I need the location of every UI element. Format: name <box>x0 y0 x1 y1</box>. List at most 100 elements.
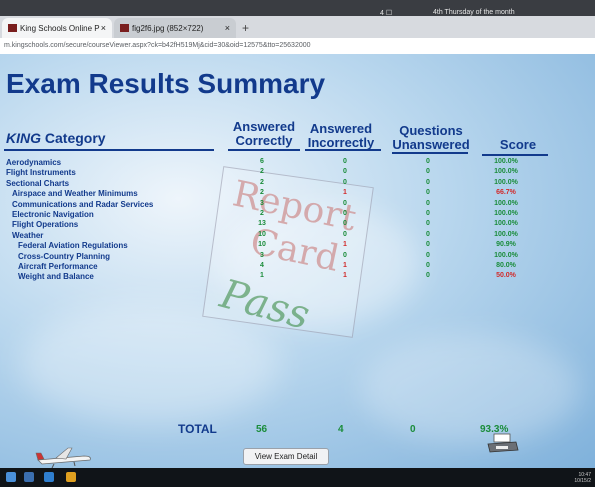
windows-start-icon[interactable] <box>6 472 16 482</box>
correct-count: 2 <box>260 178 264 186</box>
score-value: 90.9% <box>496 241 516 249</box>
total-incorrect: 4 <box>338 424 344 435</box>
new-tab-button[interactable]: + <box>242 21 249 35</box>
task-view-icon[interactable] <box>24 472 34 482</box>
incorrect-count: 1 <box>343 262 347 269</box>
printer-icon[interactable] <box>486 432 520 456</box>
score-header: Score <box>499 137 537 152</box>
incorrect-count: 0 <box>343 168 347 176</box>
score-value: 100.0% <box>494 210 518 217</box>
score-value: 100.0% <box>494 199 518 207</box>
airplane-icon <box>35 447 91 468</box>
chrome-icon[interactable] <box>66 472 76 482</box>
correct-underline <box>228 149 300 151</box>
score-value: 66.7% <box>496 189 516 197</box>
score-value: 80.0% <box>496 262 516 269</box>
header-line: Correctly <box>235 133 293 148</box>
unanswered-count: 0 <box>426 262 430 269</box>
category-header: KING Category <box>6 130 106 146</box>
unanswered-count: 0 <box>426 220 430 228</box>
unanswered-underline <box>392 152 468 154</box>
questions-unanswered-header: Questions Unanswered <box>388 124 474 152</box>
correct-count: 6 <box>260 158 264 165</box>
incorrect-count: 0 <box>343 158 347 165</box>
tab-king-schools[interactable]: King Schools Online Pilot Course × <box>2 18 112 38</box>
category-underline <box>4 149 214 151</box>
close-tab-icon[interactable]: × <box>101 23 106 33</box>
close-tab-icon[interactable]: × <box>225 23 230 33</box>
score-value: 100.0% <box>494 168 518 176</box>
favicon-icon <box>120 24 129 32</box>
category-name: Cross-Country Planning <box>18 251 111 261</box>
page-title: Exam Results Summary <box>6 68 326 99</box>
view-exam-detail-button[interactable]: View Exam Detail <box>243 448 329 465</box>
tab-bar: King Schools Online Pilot Course × fig2f… <box>0 16 595 38</box>
incorrect-count: 1 <box>343 272 347 280</box>
category-name: Sectional Charts <box>6 178 70 188</box>
unanswered-count: 0 <box>426 241 430 249</box>
incorrect-count: 0 <box>343 210 347 217</box>
category-header-rest: Category <box>41 130 106 146</box>
unanswered-count: 0 <box>426 199 430 207</box>
browser-window: King Schools Online Pilot Course × fig2f… <box>0 16 595 468</box>
correct-count: 2 <box>260 168 264 176</box>
category-header-prefix: KING <box>6 130 41 146</box>
score-value: 50.0% <box>496 272 516 280</box>
correct-count: 13 <box>258 220 266 228</box>
url-text: m.kingschools.com/secure/courseViewer.as… <box>4 42 311 49</box>
correct-count: 10 <box>258 241 266 249</box>
top-strip-note: 4th Thursday of the month <box>433 9 515 16</box>
unanswered-count: 0 <box>426 178 430 186</box>
page-content: Exam Results Summary KING Category Answe… <box>0 54 595 468</box>
category-name: Weight and Balance <box>18 272 94 282</box>
incorrect-count: 1 <box>343 189 347 197</box>
correct-count: 3 <box>260 199 264 207</box>
correct-count: 1 <box>260 272 264 280</box>
score-value: 100.0% <box>494 251 518 259</box>
category-name: Aircraft Performance <box>18 262 98 271</box>
unanswered-count: 0 <box>426 158 430 165</box>
category-name: Flight Operations <box>12 220 79 230</box>
unanswered-count: 0 <box>426 168 430 176</box>
unanswered-count: 0 <box>426 251 430 259</box>
category-name: Federal Aviation Regulations <box>18 241 128 251</box>
cloud-background <box>360 334 580 444</box>
favicon-icon <box>8 24 17 32</box>
correct-count: 3 <box>260 251 264 259</box>
score-value: 100.0% <box>494 178 518 186</box>
category-name: Flight Instruments <box>6 168 76 178</box>
address-bar[interactable]: m.kingschools.com/secure/courseViewer.as… <box>0 38 595 55</box>
incorrect-count: 0 <box>343 178 347 186</box>
unanswered-count: 0 <box>426 230 430 238</box>
unanswered-count: 0 <box>426 272 430 280</box>
os-taskbar: 10:47 10/15/2 <box>0 468 595 487</box>
correct-count: 2 <box>260 210 264 217</box>
header-line: Unanswered <box>392 137 470 152</box>
unanswered-count: 0 <box>426 210 430 217</box>
total-unanswered: 0 <box>410 424 416 435</box>
answered-correctly-header: Answered Correctly <box>228 120 300 148</box>
clock-date: 10/15/2 <box>574 478 591 484</box>
incorrect-count: 0 <box>343 199 347 207</box>
correct-count: 4 <box>260 262 264 269</box>
incorrect-count: 0 <box>343 220 347 228</box>
correct-count: 10 <box>258 230 266 238</box>
answered-incorrectly-header: Answered Incorrectly <box>298 122 384 150</box>
category-name: Airspace and Weather Minimums <box>12 189 138 199</box>
tab-label: King Schools Online Pilot Course <box>20 24 100 33</box>
unanswered-count: 0 <box>426 189 430 197</box>
score-value: 100.0% <box>494 230 518 238</box>
incorrect-underline <box>305 149 381 151</box>
incorrect-count: 0 <box>343 230 347 238</box>
total-correct: 56 <box>256 424 268 435</box>
category-name: Electronic Navigation <box>12 210 94 219</box>
header-line: Questions <box>399 123 463 138</box>
category-name: Weather <box>12 230 44 240</box>
score-underline <box>482 154 548 156</box>
category-name: Aerodynamics <box>6 158 62 167</box>
explorer-icon[interactable] <box>44 472 54 482</box>
tab-image[interactable]: fig2f6.jpg (852×722) × <box>114 18 236 38</box>
score-value: 100.0% <box>494 220 518 228</box>
header-line: Answered <box>309 121 373 136</box>
incorrect-count: 1 <box>343 241 347 249</box>
